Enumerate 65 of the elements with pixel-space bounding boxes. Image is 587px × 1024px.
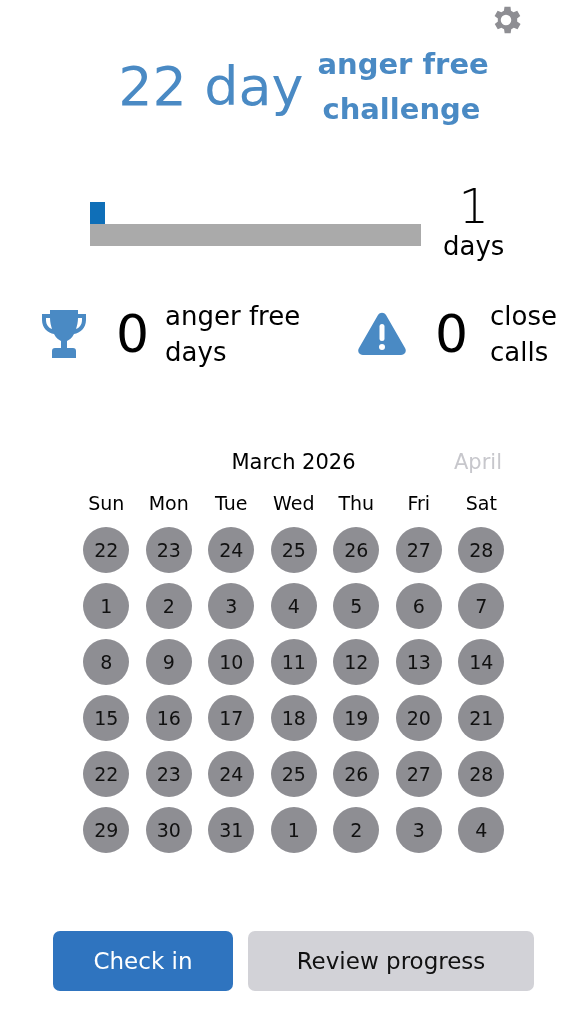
calendar-day[interactable]: 14 (458, 639, 505, 686)
trophy-icon (40, 308, 88, 361)
calendar-day[interactable]: 26 (333, 751, 380, 798)
calendar-day[interactable]: 25 (270, 751, 317, 798)
challenge-title: anger free (317, 46, 489, 83)
calendar-day[interactable]: 18 (270, 695, 317, 742)
calendar-day[interactable]: 22 (83, 751, 130, 798)
calendar-day[interactable]: 23 (145, 751, 192, 798)
stat-label: close (490, 299, 557, 333)
calendar-day[interactable]: 24 (208, 527, 255, 574)
stat-value: 0 (116, 308, 150, 361)
weekday-label: Sat (464, 492, 498, 516)
calendar-day[interactable]: 17 (208, 695, 255, 742)
calendar-day[interactable]: 31 (208, 807, 255, 854)
calendar-day[interactable]: 13 (395, 639, 442, 686)
calendar-day[interactable]: 29 (83, 807, 130, 854)
calendar-day[interactable]: 28 (458, 527, 505, 574)
calendar-day[interactable]: 8 (83, 639, 130, 686)
calendar-day[interactable]: 28 (458, 751, 505, 798)
stat-value: 0 (434, 308, 469, 361)
calendar-day[interactable]: 4 (270, 583, 317, 630)
day-count-title: 22 day (118, 59, 304, 114)
day-unit: days (443, 229, 505, 263)
calendar-day[interactable]: 4 (458, 807, 505, 854)
calendar-day[interactable]: 21 (458, 695, 505, 742)
weekday-label: Wed (272, 492, 316, 516)
stat-label: calls (490, 336, 550, 370)
calendar-day[interactable]: 1 (270, 807, 317, 854)
calendar-day[interactable]: 22 (83, 527, 130, 574)
stat-label: anger free (165, 299, 301, 333)
calendar-day[interactable]: 16 (145, 695, 192, 742)
calendar-day[interactable]: 9 (145, 639, 192, 686)
calendar-day[interactable]: 2 (333, 807, 380, 854)
weekday-label: Mon (147, 492, 190, 516)
calendar-day[interactable]: 27 (395, 751, 442, 798)
calendar-day[interactable]: 10 (208, 639, 255, 686)
calendar-day[interactable]: 3 (395, 807, 442, 854)
calendar-day[interactable]: 12 (333, 639, 380, 686)
calendar-day[interactable]: 15 (83, 695, 130, 742)
calendar-day[interactable]: 25 (270, 527, 317, 574)
calendar-day[interactable]: 23 (145, 527, 192, 574)
calendar-day[interactable]: 30 (145, 807, 192, 854)
weekday-label: Fri (406, 492, 432, 516)
calendar-day[interactable]: 24 (208, 751, 255, 798)
calendar-day[interactable]: 1 (83, 583, 130, 630)
calendar-day[interactable]: 2 (145, 583, 192, 630)
stat-label: days (165, 336, 228, 370)
check-in-button[interactable]: Check in (53, 931, 233, 991)
calendar-day[interactable]: 3 (208, 583, 255, 630)
weekday-label: Thu (337, 492, 376, 516)
calendar-day[interactable]: 27 (395, 527, 442, 574)
review-progress-button[interactable]: Review progress (248, 931, 534, 991)
calendar-day[interactable]: 19 (333, 695, 380, 742)
weekday-label: Sun (87, 492, 126, 516)
challenge-title: challenge (321, 90, 482, 128)
day-count: 1 (458, 181, 489, 230)
calendar-day[interactable]: 7 (458, 583, 505, 630)
calendar-day[interactable]: 26 (333, 527, 380, 574)
weekday-label: Tue (214, 492, 249, 516)
warning-icon (356, 312, 407, 357)
calendar-day[interactable]: 20 (395, 695, 442, 742)
calendar-day[interactable]: 6 (395, 583, 442, 630)
month-title: March 2026 (231, 450, 356, 477)
calendar-day[interactable]: 5 (333, 583, 380, 630)
calendar-day[interactable]: 11 (270, 639, 317, 686)
